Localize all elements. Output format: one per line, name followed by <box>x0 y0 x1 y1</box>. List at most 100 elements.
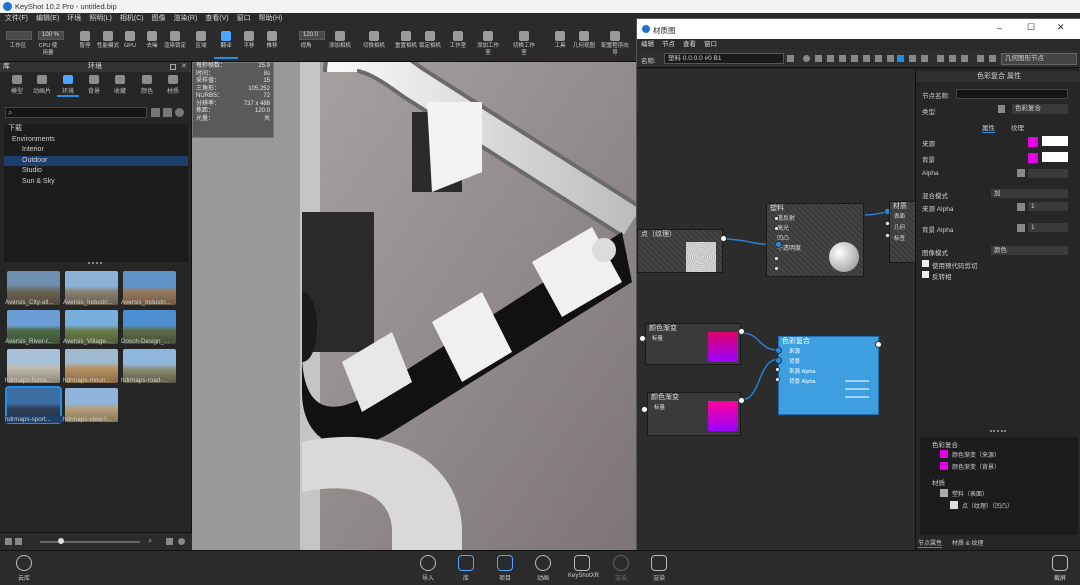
cpu-usage-label[interactable]: CPU 使用量 <box>36 43 60 57</box>
trash-icon[interactable] <box>887 55 894 62</box>
project-button[interactable]: 项目 <box>491 555 519 582</box>
add-camera-button[interactable]: 添加相机 <box>328 29 352 59</box>
texture-node[interactable]: 点（纹理） <box>637 229 723 273</box>
splitter-handle[interactable] <box>990 430 1006 433</box>
tab-attributes[interactable]: 属性 <box>982 122 995 133</box>
tab-environments[interactable]: 环境 <box>57 75 79 97</box>
bump-port[interactable] <box>775 241 782 248</box>
thumbnail-size-slider[interactable] <box>40 541 140 543</box>
tab-node-properties[interactable]: 节点属性 <box>918 538 943 548</box>
tree-item-outdoor[interactable]: Outdoor <box>4 155 188 166</box>
search-icon[interactable]: ⌕ <box>148 536 152 546</box>
grid-view-icon[interactable] <box>5 538 12 545</box>
tree-item-studio[interactable]: Studio <box>4 166 188 177</box>
tree-item[interactable]: 色彩复合 <box>932 439 958 449</box>
refresh-icon[interactable] <box>175 108 184 117</box>
tree-icon[interactable] <box>921 55 928 62</box>
tab-texture[interactable]: 纹理 <box>1011 122 1024 132</box>
link-icon[interactable] <box>863 55 870 62</box>
keyshotxr-button[interactable]: KeyShotXR <box>568 555 599 579</box>
performance-mode-button[interactable]: 性能模式 <box>96 29 120 59</box>
material-name-input[interactable]: 塑料 0.0.0.0 #0 B1 <box>664 53 784 64</box>
tab-models[interactable]: 模型 <box>6 75 28 95</box>
texture-icon[interactable] <box>1017 203 1025 211</box>
texture-icon[interactable] <box>1017 224 1025 232</box>
list-view-icon[interactable] <box>15 538 22 545</box>
geometry-port[interactable] <box>885 221 890 226</box>
screenshot-button[interactable]: 截屏 <box>1046 555 1074 582</box>
background-color-swatch[interactable] <box>1028 153 1038 163</box>
source-port[interactable] <box>775 347 782 354</box>
render-lock-button[interactable]: 渲染锁定 <box>163 29 187 59</box>
save-icon[interactable] <box>787 55 794 62</box>
tools-button[interactable]: 工具 <box>548 29 572 59</box>
sphere-icon[interactable] <box>803 55 810 62</box>
geometry-node-button[interactable]: 几何图形节点 <box>1001 53 1077 65</box>
plastic-node[interactable]: 塑料 漫反射 高光 凹凸 不透明度 . <box>766 203 864 277</box>
blend-mode-dropdown[interactable]: 加 <box>991 189 1068 198</box>
splitter-handle[interactable] <box>88 262 102 265</box>
perspective-label[interactable]: 视角 <box>294 43 318 50</box>
render-button[interactable]: 渲染 <box>645 555 673 582</box>
checkbox[interactable] <box>922 271 929 278</box>
library-search-input[interactable]: ⌕ <box>5 107 147 118</box>
menu-edit[interactable]: 编辑(E) <box>36 13 59 25</box>
zoom-out-icon[interactable] <box>949 55 956 62</box>
frame-icon[interactable] <box>989 55 996 62</box>
render-disabled-button[interactable]: 渲染 <box>607 555 635 582</box>
tree-item[interactable]: 颜色渐变（来源） <box>952 450 1000 459</box>
scalar-input-port[interactable] <box>641 406 648 413</box>
mg-menu-node[interactable]: 节点 <box>662 39 675 50</box>
reset-camera-button[interactable]: 重置相机 <box>394 29 418 59</box>
float-icon[interactable] <box>170 64 176 70</box>
background-alpha-input[interactable]: 1 <box>1028 223 1068 232</box>
screenshot-icon[interactable] <box>977 55 984 62</box>
folder-icon[interactable] <box>151 108 160 117</box>
tumble-button[interactable]: 翻译 <box>214 29 238 59</box>
type-dropdown[interactable]: 色彩复合 <box>1012 104 1068 114</box>
gradient-output-port[interactable] <box>738 397 745 404</box>
preview-icon[interactable] <box>827 55 834 62</box>
menu-window[interactable]: 窗口 <box>237 13 251 25</box>
menu-view[interactable]: 查看(V) <box>205 13 228 25</box>
grid-icon[interactable] <box>839 55 846 62</box>
specular-port[interactable] <box>774 226 779 231</box>
source-alpha-input[interactable]: 1 <box>1028 202 1068 211</box>
scalar-input-port[interactable] <box>639 335 646 342</box>
import-button[interactable]: 导入 <box>414 555 442 582</box>
tab-animations[interactable]: 动画片 <box>31 75 53 95</box>
color-gradient-node[interactable]: 颜色渐变 标量 <box>647 392 741 436</box>
refresh-icon[interactable] <box>178 538 185 545</box>
slider-handle[interactable] <box>58 538 64 544</box>
trash-icon[interactable] <box>998 105 1005 113</box>
close-icon[interactable]: ✕ <box>181 62 187 72</box>
source-color-swatch[interactable] <box>1028 137 1038 147</box>
tree-item-interior[interactable]: Interior <box>4 145 188 156</box>
tab-favorites[interactable]: 收藏 <box>109 75 131 95</box>
folder-icon[interactable] <box>166 538 173 545</box>
source-alpha-port[interactable] <box>775 367 780 372</box>
tree-item[interactable]: 塑料（表面） <box>952 489 988 498</box>
animation-button[interactable]: 动画 <box>529 555 557 582</box>
menu-camera[interactable]: 相机(C) <box>120 13 144 25</box>
minimize-icon[interactable]: – <box>997 23 1002 33</box>
cube-icon[interactable] <box>815 55 822 62</box>
add-studio-button[interactable]: 添加工作室 <box>476 29 500 59</box>
label-port[interactable] <box>885 233 890 238</box>
extra-port[interactable] <box>774 266 779 271</box>
tree-item-sun-sky[interactable]: Sun & Sky <box>4 177 188 188</box>
menu-file[interactable]: 文件(F) <box>5 13 28 25</box>
node-icon[interactable] <box>897 55 904 62</box>
checkbox[interactable] <box>922 260 929 267</box>
switch-camera-button[interactable]: 切换相机 <box>362 29 386 59</box>
tree-item[interactable]: 点（纹理）（凹凸） <box>962 501 1013 510</box>
menu-render[interactable]: 渲染(R) <box>174 13 198 25</box>
tab-colors[interactable]: 颜色 <box>136 75 158 95</box>
node-graph-canvas[interactable]: 点（纹理） 塑料 漫反射 高光 凹凸 不透明度 . 材质 表面 <box>637 69 919 551</box>
color-gradient-node[interactable]: 颜色渐变 标量 <box>645 323 741 365</box>
tree-item[interactable]: 材质 <box>932 477 945 487</box>
menu-lighting[interactable]: 照明(L) <box>89 13 112 25</box>
output-mode-dropdown[interactable]: 颜色 <box>991 246 1068 255</box>
cloud-library-button[interactable]: 云库 <box>10 555 38 582</box>
color-composite-node[interactable]: 色彩复合 来源 背景 来源 Alpha 背景 Alpha <box>778 336 879 415</box>
